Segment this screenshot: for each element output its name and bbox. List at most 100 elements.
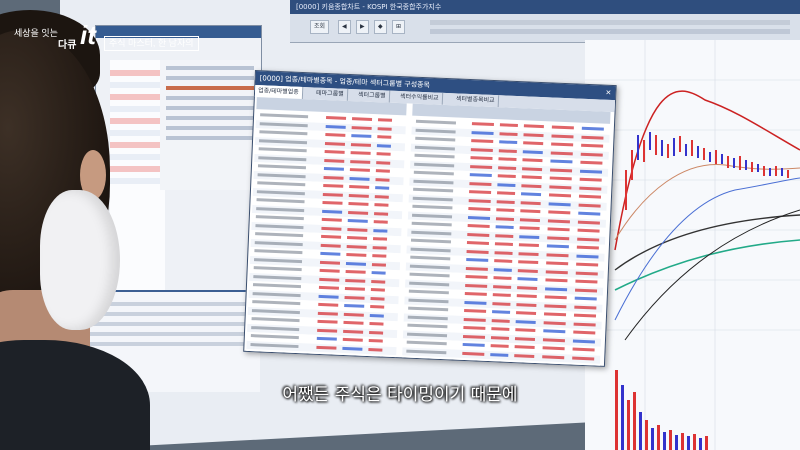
table-cell [581, 126, 604, 131]
list-row[interactable] [110, 70, 165, 76]
order-row[interactable] [86, 342, 246, 346]
table-cell [373, 228, 388, 233]
table-cell [575, 288, 598, 293]
volume-trend-line [614, 239, 800, 291]
table-cell [345, 278, 366, 283]
list-row[interactable] [110, 178, 165, 184]
table-cell [409, 264, 450, 269]
scene: [0000] 키움종합차트 - KOSPI 한국종합주가지수 조회 ◀ ▶ ◆ … [0, 0, 800, 450]
table-cell [516, 294, 537, 298]
table-cell [406, 349, 447, 354]
table-cell [522, 166, 543, 171]
table-cell [370, 288, 385, 292]
toolbar-button-next[interactable]: ▶ [356, 20, 369, 34]
list-row[interactable] [110, 94, 165, 100]
table-cell [323, 175, 344, 180]
list-row[interactable] [110, 142, 165, 148]
table-cell [581, 135, 604, 140]
table-cell [413, 187, 454, 193]
table-cell [408, 298, 449, 303]
candlesticks [625, 132, 789, 210]
table-cell [369, 330, 384, 335]
table-cell [323, 166, 344, 171]
toolbar-button-option[interactable]: ◆ [374, 20, 387, 34]
table-cell [470, 147, 493, 152]
table-cell [370, 296, 385, 301]
table-cell [374, 203, 389, 207]
table-cell [368, 339, 383, 343]
news-row[interactable] [166, 116, 254, 120]
list-row[interactable] [110, 82, 165, 88]
table-cell [521, 175, 542, 180]
news-row[interactable] [166, 136, 254, 140]
table-cell [324, 158, 345, 163]
list-row[interactable] [110, 154, 165, 160]
table-cell [521, 183, 542, 188]
logo-tagline: 세상을 잇는 [14, 28, 58, 38]
table-cell [517, 268, 538, 273]
table-cell [351, 134, 372, 138]
order-row[interactable] [86, 322, 246, 326]
table-cell [369, 313, 384, 318]
table-cell [258, 138, 308, 144]
support-line [624, 209, 800, 341]
table-cell [549, 176, 572, 181]
table-cell [325, 124, 346, 129]
table-cell [252, 300, 301, 306]
logo-it-mark: it [80, 20, 96, 50]
sector-table [246, 97, 407, 358]
table-cell [409, 272, 450, 278]
table-cell [546, 261, 569, 266]
bollinger-upper-line [614, 90, 800, 251]
table-cell [514, 345, 535, 349]
table-cell [344, 286, 365, 291]
news-row[interactable] [166, 96, 254, 100]
list-row[interactable] [110, 130, 165, 136]
table-cell [415, 136, 456, 142]
table-cell [545, 278, 568, 283]
toolbar-button-layout[interactable]: ⊞ [392, 20, 406, 34]
table-cell [497, 174, 516, 179]
news-row[interactable] [166, 126, 254, 130]
table-cell [466, 258, 489, 262]
table-cell [546, 252, 569, 257]
order-row[interactable] [86, 312, 246, 316]
table-cell [319, 268, 340, 273]
table-cell [522, 158, 543, 163]
sector-window-body [244, 97, 614, 366]
table-cell [375, 177, 390, 182]
table-cell [465, 274, 488, 279]
table-cell [347, 236, 368, 240]
table-cell [520, 192, 542, 197]
toolbar-button-search[interactable]: 조회 [310, 20, 330, 34]
news-row-highlight[interactable] [166, 86, 254, 90]
table-cell [469, 173, 492, 178]
list-row[interactable] [110, 118, 165, 124]
order-row[interactable] [86, 332, 246, 336]
table-cell [578, 211, 601, 216]
table-cell [375, 169, 390, 173]
table-cell [551, 125, 574, 130]
table-cell [257, 164, 307, 170]
table-cell [547, 235, 570, 240]
table-cell [463, 317, 486, 322]
table-cell [252, 291, 301, 297]
table-cell [468, 198, 491, 203]
toolbar-button-prev[interactable]: ◀ [338, 20, 351, 34]
table-cell [467, 224, 490, 228]
table-cell [370, 305, 385, 309]
list-row[interactable] [110, 166, 165, 172]
news-row[interactable] [166, 66, 254, 70]
table-cell [580, 152, 603, 157]
table-cell [544, 303, 567, 308]
table-cell [343, 312, 364, 317]
news-row[interactable] [166, 76, 254, 80]
table-cell [415, 128, 456, 133]
list-row[interactable] [110, 106, 165, 112]
table-cell [343, 329, 364, 334]
table-cell [414, 162, 455, 167]
news-list-panel [160, 60, 260, 190]
close-icon[interactable]: ✕ [605, 86, 611, 100]
table-cell [579, 177, 602, 182]
news-row[interactable] [166, 106, 254, 110]
